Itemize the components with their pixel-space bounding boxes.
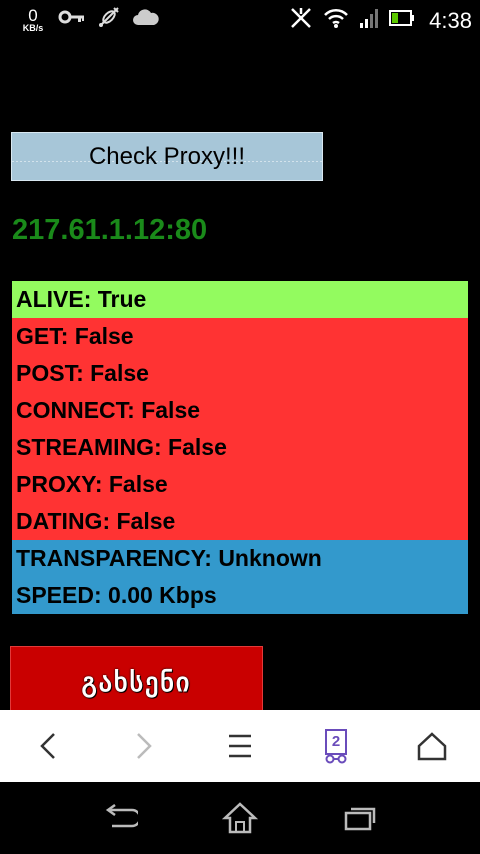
result-dating: DATING: False <box>12 503 468 540</box>
data-rate-indicator: 0 KB/s <box>18 7 48 33</box>
data-rate-unit: KB/s <box>22 22 44 33</box>
clock: 4:38 <box>429 7 472 33</box>
proxy-address: 217.61.1.12:80 <box>12 214 208 246</box>
system-nav-bar <box>0 782 480 854</box>
check-proxy-label: Check Proxy!!! <box>88 142 246 170</box>
nav-home-icon[interactable] <box>210 788 270 848</box>
result-connect: CONNECT: False <box>12 392 468 429</box>
open-ad-label: გახსენი <box>81 666 192 697</box>
wifi-icon <box>323 7 349 34</box>
result-proxy: PROXY: False <box>12 466 468 503</box>
result-alive: ALIVE: True <box>12 281 468 318</box>
forward-arrow-icon[interactable] <box>114 716 174 776</box>
check-proxy-button[interactable]: Check Proxy!!! <box>11 132 323 181</box>
back-arrow-icon[interactable] <box>18 716 78 776</box>
result-streaming: STREAMING: False <box>12 429 468 466</box>
satellite-icon <box>96 4 122 35</box>
key-icon <box>58 7 86 32</box>
tab-count: 2 <box>331 733 341 750</box>
tabs-icon[interactable]: 2 <box>306 716 366 776</box>
cell-signal-icon <box>359 7 379 34</box>
no-signal-icon <box>289 6 313 35</box>
nav-recents-icon[interactable] <box>330 788 390 848</box>
result-speed: SPEED: 0.00 Kbps <box>12 577 468 614</box>
open-ad-button[interactable]: გახსენი <box>10 646 263 718</box>
battery-icon <box>389 8 415 33</box>
result-post: POST: False <box>12 355 468 392</box>
home-icon[interactable] <box>402 716 462 776</box>
results-list: ALIVE: True GET: False POST: False CONNE… <box>12 281 468 614</box>
status-bar: 0 KB/s 4:38 <box>0 0 480 40</box>
browser-toolbar: 2 <box>0 710 480 782</box>
nav-back-icon[interactable] <box>90 788 150 848</box>
menu-icon[interactable] <box>210 716 270 776</box>
data-rate-value: 0 <box>28 5 38 25</box>
cloud-icon <box>132 7 160 32</box>
result-get: GET: False <box>12 318 468 355</box>
result-transparency: TRANSPARENCY: Unknown <box>12 540 468 577</box>
